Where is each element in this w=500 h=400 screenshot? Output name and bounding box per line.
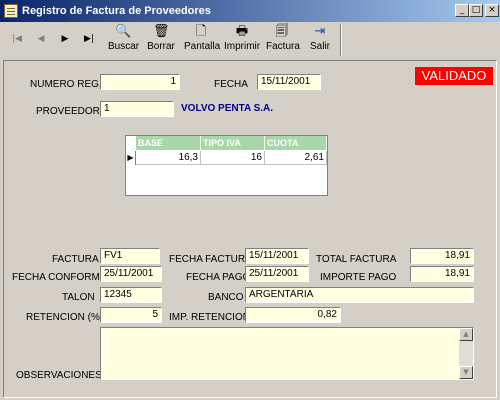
next-record-button[interactable]: ▶ [56,30,74,48]
toolbar-separator [340,24,342,56]
fecha-conforme-label: FECHA CONFORME [12,272,107,283]
exit-icon: ⇥ [314,24,326,39]
borrar-button[interactable]: 🗑 Borrar [146,24,176,56]
factura-label: Factura [266,41,300,52]
buscar-button[interactable]: 🔍 Buscar [108,24,140,56]
salir-button[interactable]: ⇥ Salir [306,24,334,56]
talon-field[interactable]: 12345 [100,287,162,303]
close-button[interactable]: × [485,4,499,17]
minimize-button[interactable]: _ [455,4,469,17]
status-badge: VALIDADO [415,67,493,85]
grid-cell-cuota[interactable]: 2,61 [265,151,327,165]
fecha-label: FECHA [214,79,248,90]
total-factura-field[interactable]: 18,91 [410,248,474,264]
pantalla-label: Pantalla [184,41,221,52]
pantalla-button[interactable]: 🗋 Pantalla [184,24,221,56]
observaciones-scrollbar[interactable]: ▲ ▼ [459,328,473,379]
grid-header-tipo-iva[interactable]: TIPO IVA [201,136,265,150]
proveedor-name: VOLVO PENTA S.A. [181,103,274,114]
borrar-label: Borrar [147,41,175,52]
grid-cell-tipo-iva[interactable]: 16 [201,151,265,165]
fecha-pago-label: FECHA PAGO [186,272,251,283]
imp-retencion-field[interactable]: 0,82 [245,307,341,323]
fecha-field[interactable]: 15/11/2001 [257,74,321,90]
proveedor-field[interactable]: 1 [100,101,174,117]
title-bar[interactable]: Registro de Factura de Proveedores [0,0,500,22]
prev-record-button[interactable]: ◀ [32,30,50,48]
banco-label: BANCO [208,292,244,303]
grid-header-base[interactable]: BASE [136,136,201,150]
print-preview-icon: 🗋 [195,24,207,39]
retencion-label: RETENCION (%) [26,312,104,323]
imprimir-button[interactable]: 🖶 Imprimir [224,24,260,56]
iva-grid[interactable]: BASE TIPO IVA CUOTA ▶ 16,3 16 2,61 [125,135,328,196]
scroll-up-icon[interactable]: ▲ [459,328,473,341]
printer-icon: 🖶 [235,24,249,39]
window-title: Registro de Factura de Proveedores [22,5,211,17]
row-indicator-icon: ▶ [126,151,136,165]
observaciones-textarea[interactable] [100,327,474,380]
numero-reg-field[interactable]: 1 [100,74,180,90]
numero-reg-label: NUMERO REG. [30,79,102,90]
invoice-search-icon: 🗐 [275,24,289,39]
fecha-pago-field[interactable]: 25/11/2001 [245,266,309,282]
importe-pago-label: IMPORTE PAGO [320,272,397,283]
scroll-down-icon[interactable]: ▼ [459,366,473,379]
factura-field[interactable]: FV1 [100,248,160,264]
banco-field[interactable]: ARGENTARIA [245,287,474,303]
imp-retencion-label: IMP. RETENCION [169,312,250,323]
fecha-factura-field[interactable]: 15/11/2001 [245,248,309,264]
trash-icon: 🗑 [153,24,170,39]
maximize-button[interactable]: □ [469,4,483,17]
observaciones-label: OBSERVACIONES [16,370,102,381]
fecha-factura-label: FECHA FACTURA [169,254,252,265]
grid-header-cuota[interactable]: CUOTA [265,136,327,150]
fecha-conforme-field[interactable]: 25/11/2001 [100,266,162,282]
app-icon [4,4,18,18]
last-record-button[interactable]: ▶| [80,30,98,48]
factura-field-label: FACTURA [52,254,99,265]
search-icon: 🔍 [115,24,132,39]
importe-pago-field[interactable]: 18,91 [410,266,474,282]
salir-label: Salir [309,41,330,52]
retencion-field[interactable]: 5 [100,307,162,323]
first-record-button[interactable]: |◀ [8,30,26,48]
grid-cell-base[interactable]: 16,3 [136,151,201,165]
imprimir-label: Imprimir [224,41,261,52]
factura-button[interactable]: 🗐 Factura [266,24,300,56]
proveedor-label: PROVEEDOR [36,106,100,117]
total-factura-label: TOTAL FACTURA [316,254,397,265]
buscar-label: Buscar [108,41,140,52]
talon-label: TALON [62,292,95,303]
